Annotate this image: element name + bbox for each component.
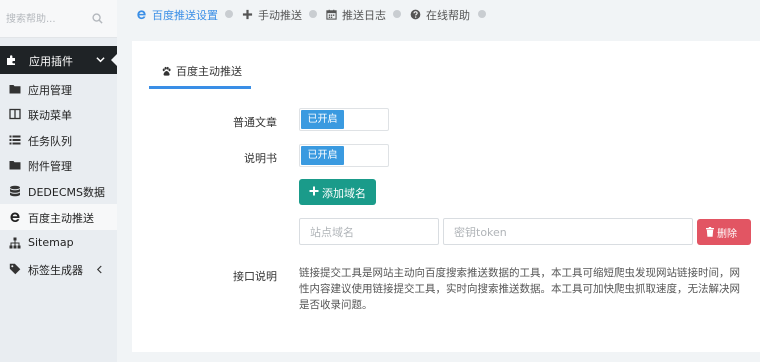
- sidebar-item-sitemap[interactable]: Sitemap: [0, 230, 117, 256]
- plus-icon: [242, 9, 253, 20]
- search-icon[interactable]: [92, 13, 103, 24]
- sidebar-item-label: 附件管理: [28, 160, 72, 173]
- sidebar-item-label: 联动菜单: [28, 109, 72, 122]
- article-push-label: 普通文章: [233, 116, 277, 129]
- tab-label: 手动推送: [258, 9, 302, 22]
- add-domain-label: 添加域名: [322, 187, 366, 200]
- sidebar-item-label: 应用管理: [28, 84, 72, 97]
- sidebar-item-attachment[interactable]: 附件管理: [0, 152, 117, 178]
- sidebar-search: [0, 0, 117, 38]
- article-push-toggle[interactable]: 已开启: [299, 108, 389, 131]
- tab-label: 百度推送设置: [152, 9, 218, 22]
- sidebar-item-label: DEDECMS数据: [28, 186, 105, 199]
- folder-icon: [9, 161, 21, 170]
- desc-line: 链接提交工具是网站主动向百度搜索推送数据的工具，本工具可缩短爬虫发现网站链接时间…: [299, 267, 740, 279]
- domain-field[interactable]: [299, 218, 439, 245]
- manual-push-toggle[interactable]: 已开启: [299, 144, 389, 167]
- interface-desc-label: 接口说明: [233, 270, 277, 283]
- chevron-down-icon: [96, 57, 105, 63]
- tag-icon: [9, 263, 21, 275]
- sidebar-item-app-manage[interactable]: 应用管理: [0, 76, 117, 102]
- database-icon: [10, 185, 20, 197]
- columns-icon: [9, 108, 21, 120]
- chevron-left-icon: [96, 265, 102, 274]
- toggle-on-state: 已开启: [301, 146, 344, 165]
- tab-separator-dot: [309, 10, 317, 18]
- sidebar: 应用插件 应用管理 联动菜单 任务队列 附件管理 DEDECMS数据 百度主动推…: [0, 0, 117, 362]
- tab-label: 推送日志: [342, 9, 386, 22]
- delete-label: 删除: [717, 229, 737, 240]
- sidebar-item-label: 标签生成器: [28, 264, 83, 277]
- token-field[interactable]: [443, 218, 693, 245]
- panel-tab-label: 百度主动推送: [176, 65, 242, 78]
- folder-icon: [9, 85, 21, 94]
- tab-separator-dot: [393, 10, 401, 18]
- question-circle-icon: [410, 9, 421, 20]
- tab-baidu-active-push[interactable]: 百度主动推送: [149, 41, 251, 89]
- toggle-on-state: 已开启: [301, 110, 344, 129]
- sidebar-item-dedecms-data[interactable]: DEDECMS数据: [0, 178, 117, 204]
- sidebar-item-baidu-push[interactable]: 百度主动推送: [0, 204, 117, 230]
- interface-description: 链接提交工具是网站主动向百度搜索推送数据的工具，本工具可缩短爬虫发现网站链接时间…: [299, 265, 760, 313]
- domain-input[interactable]: [310, 225, 428, 239]
- ie-icon: [10, 212, 20, 222]
- trash-icon: [706, 227, 714, 237]
- sidebar-item-label: 百度主动推送: [28, 212, 94, 225]
- desc-line: 是否收录问题。: [299, 299, 373, 311]
- plus-icon: [309, 186, 319, 196]
- top-tab-bar: 百度推送设置 手动推送 推送日志 在线帮助: [117, 0, 760, 30]
- tab-separator-dot: [225, 10, 233, 18]
- active-pointer: [111, 53, 118, 67]
- menu-group-label: 应用插件: [29, 55, 73, 68]
- search-input[interactable]: [6, 9, 96, 29]
- sidebar-item-linkage-menu[interactable]: 联动菜单: [0, 101, 117, 127]
- menu-group-plugins[interactable]: 应用插件: [0, 46, 117, 74]
- puzzle-icon: [7, 55, 15, 65]
- tab-separator-dot: [478, 10, 486, 18]
- token-input[interactable]: [454, 225, 682, 239]
- sitemap-icon: [9, 237, 21, 249]
- delete-button[interactable]: 删除: [697, 219, 751, 245]
- sidebar-item-task-queue[interactable]: 任务队列: [0, 127, 117, 153]
- paw-icon: [162, 66, 171, 76]
- sidebar-item-tag-generator[interactable]: 标签生成器: [0, 256, 117, 282]
- tab-label: 在线帮助: [426, 9, 470, 22]
- sidebar-item-label: 任务队列: [28, 135, 72, 148]
- add-domain-button[interactable]: 添加域名: [299, 179, 376, 205]
- desc-line: 性内容建议使用链接提交工具，实时向搜索推送数据。本工具可加快爬虫抓取速度，无法解…: [299, 283, 740, 295]
- list-icon: [9, 135, 21, 145]
- ie-icon: [137, 10, 146, 20]
- calendar-icon: [326, 9, 337, 20]
- manual-push-label: 说明书: [244, 152, 277, 165]
- sidebar-item-label: Sitemap: [28, 236, 74, 249]
